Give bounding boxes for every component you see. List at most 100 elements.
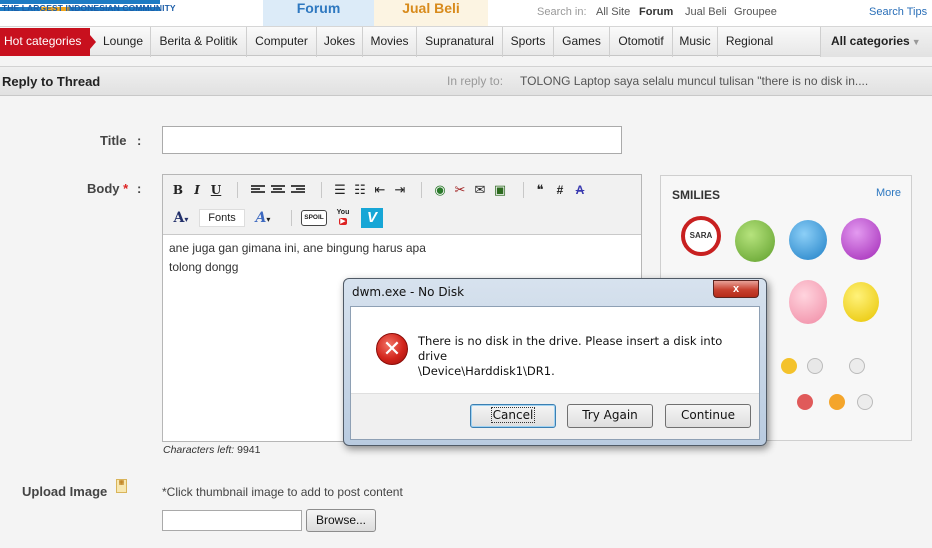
- dialog-title: dwm.exe - No Disk: [352, 285, 465, 299]
- bold-icon[interactable]: B: [169, 181, 187, 199]
- title-label: Title: [100, 133, 127, 148]
- search-option-forum[interactable]: Forum: [639, 6, 673, 18]
- top-bar: THE LARGEST INDONESIAN COMMUNITY Forum J…: [0, 0, 932, 26]
- mini-ghost-icon[interactable]: [849, 358, 865, 374]
- search-option-all-site[interactable]: All Site: [596, 6, 630, 18]
- cancel-button[interactable]: Cancel: [470, 404, 556, 428]
- font-color-icon[interactable]: A▾: [169, 209, 193, 227]
- dialog-close-button[interactable]: x: [713, 280, 759, 298]
- indent-icon[interactable]: ⇥: [391, 181, 409, 199]
- search-tips-link[interactable]: Search Tips: [869, 6, 927, 18]
- smiley-no-sara-icon[interactable]: SARA: [681, 216, 721, 256]
- numbered-list-icon[interactable]: ☷: [351, 181, 369, 199]
- nav-computer[interactable]: Computer: [246, 27, 316, 57]
- upload-hint: *Click thumbnail image to add to post co…: [162, 485, 403, 499]
- body-label: Body *: [87, 181, 129, 196]
- all-categories-dropdown[interactable]: All categories ▼: [820, 27, 932, 57]
- outdent-icon[interactable]: ⇤: [371, 181, 389, 199]
- required-mark: *: [123, 181, 129, 196]
- smilies-more-link[interactable]: More: [876, 187, 901, 199]
- tab-forum[interactable]: Forum: [263, 0, 374, 26]
- toolbar-separator: [321, 182, 322, 198]
- site-tagline: THE LARGEST INDONESIAN COMMUNITY: [2, 3, 176, 13]
- search-option-groupee[interactable]: Groupee: [734, 6, 777, 18]
- nav-jokes[interactable]: Jokes: [316, 27, 362, 57]
- title-colon: :: [137, 133, 142, 148]
- chevron-down-icon: ▼: [911, 37, 921, 47]
- hot-categories-label[interactable]: Hot categories: [0, 28, 96, 56]
- nav-sports[interactable]: Sports: [502, 27, 553, 57]
- smiley-pink-girl-icon[interactable]: [789, 280, 827, 324]
- all-categories-label: All categories: [831, 34, 910, 48]
- reply-bar: Reply to Thread In reply to: TOLONG Lapt…: [0, 66, 932, 96]
- body-line: ane juga gan gimana ini, ane bingung har…: [169, 241, 426, 255]
- toolbar-separator: [291, 210, 292, 226]
- dialog-footer: Cancel Try Again Continue: [351, 393, 759, 439]
- body-line: tolong dongg: [169, 260, 239, 274]
- in-reply-label: In reply to:: [447, 74, 504, 88]
- upload-help-icon[interactable]: ▦: [116, 479, 127, 493]
- smilies-title: SMILIES: [672, 188, 721, 202]
- mini-pout-icon[interactable]: [829, 394, 845, 410]
- email-icon[interactable]: ✉: [471, 181, 489, 199]
- continue-button[interactable]: Continue: [665, 404, 751, 428]
- mini-angry-icon[interactable]: [797, 394, 813, 410]
- align-right-icon[interactable]: [289, 181, 307, 199]
- nav-games[interactable]: Games: [553, 27, 609, 57]
- unlink-icon[interactable]: ✂: [451, 181, 469, 199]
- align-left-icon[interactable]: [249, 181, 267, 199]
- nav-supranatural[interactable]: Supranatural: [416, 27, 502, 57]
- smiley-green-crying-icon[interactable]: [735, 220, 775, 262]
- smiley-yellow-shy-icon[interactable]: [843, 282, 879, 322]
- nav-music[interactable]: Music: [672, 27, 717, 57]
- characters-left: Characters left: 9941: [163, 444, 261, 456]
- browse-button[interactable]: Browse...: [306, 509, 376, 532]
- title-input[interactable]: [162, 126, 622, 154]
- nav-otomotif[interactable]: Otomotif: [609, 27, 672, 57]
- mini-smile-icon[interactable]: [781, 358, 797, 374]
- search-in-label: Search in:: [537, 6, 587, 18]
- mini-mask-icon[interactable]: [807, 358, 823, 374]
- mini-sign-icon[interactable]: [857, 394, 873, 410]
- search-option-jual-beli[interactable]: Jual Beli: [685, 6, 727, 18]
- image-icon[interactable]: ▣: [491, 181, 509, 199]
- smiley-purple-happy-icon[interactable]: [841, 218, 881, 260]
- align-center-icon[interactable]: [269, 181, 287, 199]
- toolbar-separator: [237, 182, 238, 198]
- dialog-message: There is no disk in the drive. Please in…: [418, 334, 748, 379]
- nav-berita-politik[interactable]: Berita & Politik: [150, 27, 246, 57]
- bullet-list-icon[interactable]: ☰: [331, 181, 349, 199]
- spoiler-icon[interactable]: SPOIL: [301, 210, 327, 226]
- font-size-icon[interactable]: A▾: [251, 209, 275, 227]
- italic-icon[interactable]: I: [188, 181, 206, 199]
- no-disk-dialog: dwm.exe - No Disk x ✕ There is no disk i…: [343, 278, 767, 446]
- strikethrough-icon[interactable]: A: [571, 181, 589, 199]
- tab-jual-beli[interactable]: Jual Beli: [374, 0, 488, 26]
- underline-icon[interactable]: U: [207, 181, 225, 199]
- nav-lounge[interactable]: Lounge: [96, 27, 150, 57]
- toolbar-separator: [523, 182, 524, 198]
- toolbar-separator: [421, 182, 422, 198]
- body-textarea[interactable]: ane juga gan gimana ini, ane bingung har…: [169, 239, 426, 277]
- quote-icon[interactable]: ❝: [531, 181, 549, 199]
- editor-toolbar: B I U ☰ ☷ ⇤ ⇥ ◉ ✂ ✉ ▣ ❝ # A A▾ Fonts A▾ …: [163, 175, 641, 235]
- error-icon: ✕: [376, 333, 408, 365]
- dialog-body: ✕ There is no disk in the drive. Please …: [350, 306, 760, 440]
- link-globe-icon[interactable]: ◉: [431, 181, 449, 199]
- file-input[interactable]: [162, 510, 302, 531]
- body-colon: :: [137, 181, 142, 196]
- dialog-message-line: There is no disk in the drive. Please in…: [418, 334, 723, 363]
- fonts-dropdown[interactable]: Fonts: [199, 209, 245, 227]
- try-again-button[interactable]: Try Again: [567, 404, 653, 428]
- in-reply-thread-link[interactable]: TOLONG Laptop saya selalu muncul tulisan…: [520, 74, 868, 88]
- vimeo-icon[interactable]: V: [361, 208, 383, 228]
- youtube-icon[interactable]: You ▶: [333, 208, 353, 228]
- code-hash-icon[interactable]: #: [551, 181, 569, 199]
- smiley-blue-sad-icon[interactable]: [789, 220, 827, 260]
- page-title: Reply to Thread: [2, 74, 101, 89]
- upload-image-label: Upload Image: [22, 484, 108, 499]
- nav-movies[interactable]: Movies: [362, 27, 416, 57]
- category-nav: Hot categories Lounge Berita & Politik C…: [0, 26, 932, 57]
- nav-regional[interactable]: Regional: [717, 27, 781, 57]
- characters-left-value: 9941: [237, 444, 261, 456]
